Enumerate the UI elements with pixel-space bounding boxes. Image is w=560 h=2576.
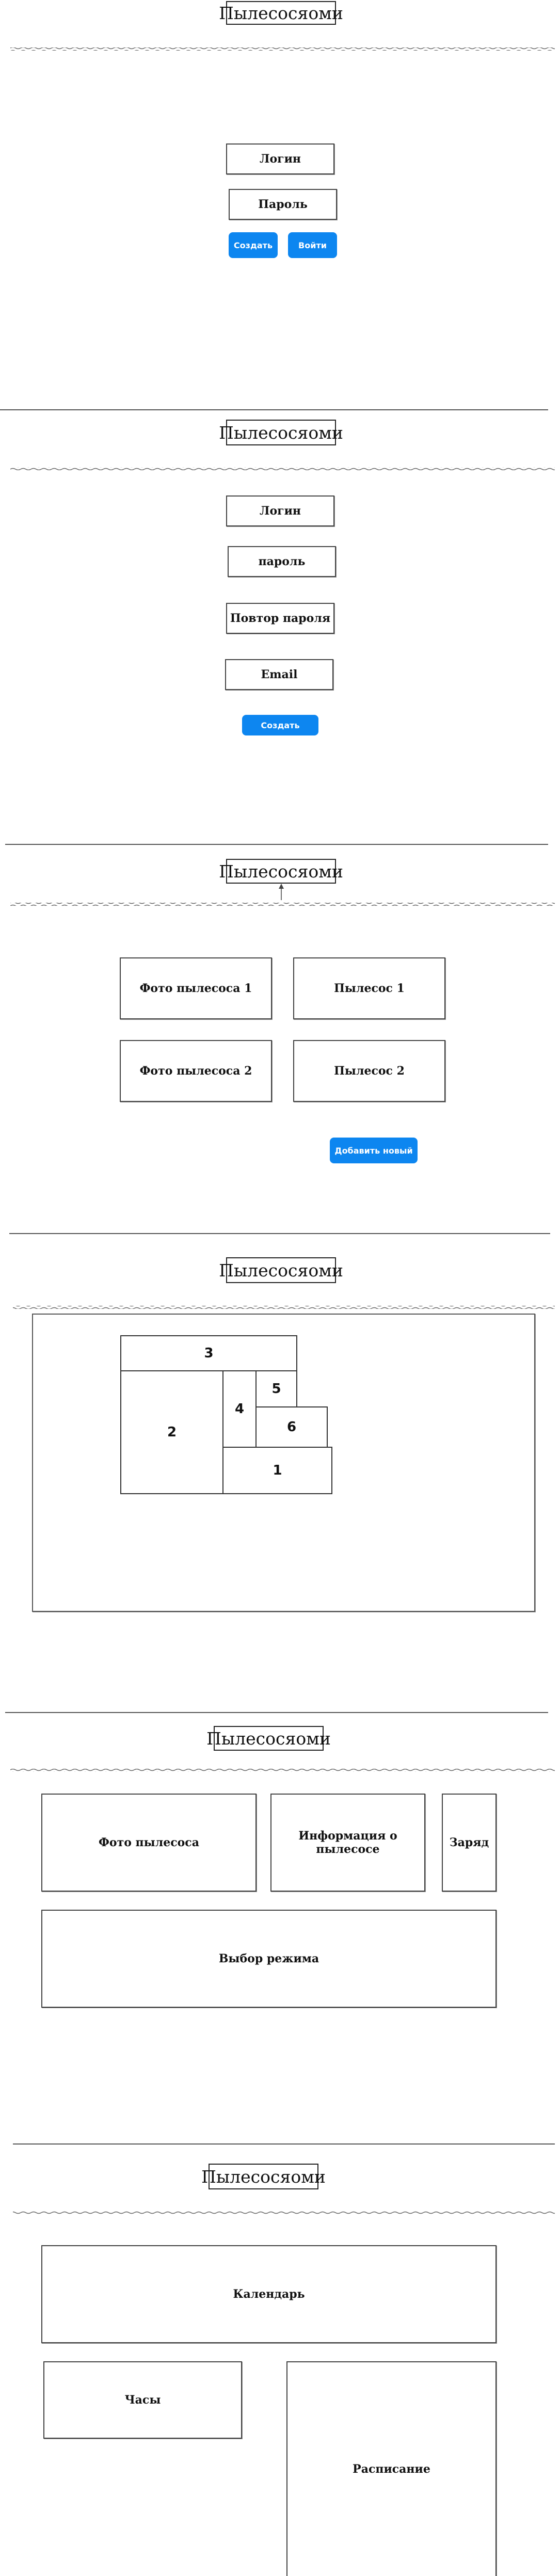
vacuum-card-1[interactable]: Пылесос 1 bbox=[293, 957, 445, 1019]
brand-title: Пылесосяоми bbox=[219, 1, 343, 25]
mode-selector[interactable]: Выбор режима bbox=[41, 1910, 497, 2008]
calendar-panel[interactable]: Календарь bbox=[41, 2245, 497, 2343]
brand-title: Пылесосяоми bbox=[201, 2164, 326, 2189]
battery-charge: Заряд bbox=[442, 1794, 497, 1892]
login-field[interactable]: Логин bbox=[226, 143, 334, 174]
create-button[interactable]: Создать bbox=[242, 715, 318, 735]
clock-panel: Часы bbox=[43, 2361, 242, 2439]
room-cell-6[interactable]: 6 bbox=[255, 1406, 328, 1448]
vacuum-card-2[interactable]: Пылесос 2 bbox=[293, 1040, 445, 1102]
brand-title: Пылесосяоми bbox=[206, 1726, 331, 1751]
login-button[interactable]: Войти bbox=[288, 232, 337, 258]
create-button[interactable]: Создать bbox=[229, 232, 278, 258]
vacuum-info: Информация о пылесосе bbox=[270, 1794, 425, 1892]
room-cell-5[interactable]: 5 bbox=[255, 1370, 297, 1407]
email-field[interactable]: Email bbox=[225, 659, 333, 690]
room-cell-3[interactable]: 3 bbox=[120, 1335, 297, 1371]
brand-title: Пылесосяоми bbox=[219, 420, 343, 445]
vacuum-photo: Фото пылесоса bbox=[41, 1794, 257, 1892]
brand-title: Пылесосяоми bbox=[219, 859, 343, 884]
add-new-button[interactable]: Добавить новый bbox=[330, 1138, 418, 1163]
schedule-panel[interactable]: Расписание bbox=[286, 2361, 497, 2576]
room-cell-1[interactable]: 1 bbox=[222, 1447, 332, 1494]
password-field[interactable]: Пароль bbox=[229, 189, 337, 220]
room-cell-2[interactable]: 2 bbox=[120, 1370, 223, 1494]
separator-lines bbox=[0, 47, 555, 2214]
password-field[interactable]: пароль bbox=[228, 546, 336, 577]
repeat-password-field[interactable]: Повтор пароля bbox=[226, 603, 334, 634]
room-cell-4[interactable]: 4 bbox=[222, 1370, 257, 1448]
vacuum-photo-2[interactable]: Фото пылесоса 2 bbox=[120, 1040, 272, 1102]
brand-title: Пылесосяоми bbox=[219, 1257, 343, 1283]
login-field[interactable]: Логин bbox=[226, 495, 334, 526]
vacuum-photo-1[interactable]: Фото пылесоса 1 bbox=[120, 957, 272, 1019]
